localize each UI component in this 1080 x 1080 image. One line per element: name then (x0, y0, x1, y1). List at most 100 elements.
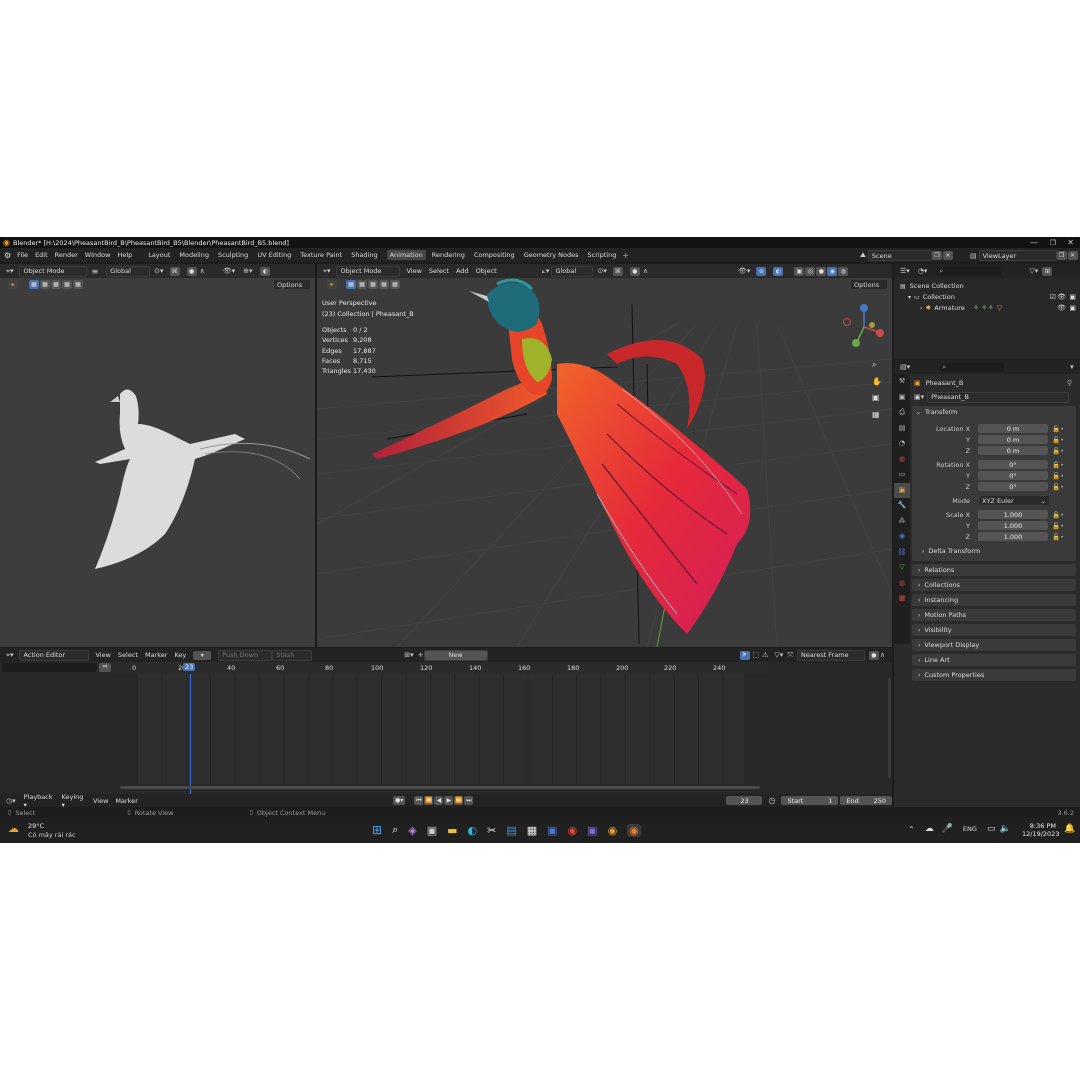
location-x-field[interactable]: 0 m (978, 424, 1048, 433)
main-select-mode-1-icon[interactable]: ▦ (346, 279, 356, 289)
horizontal-scrollbar[interactable] (120, 786, 760, 789)
overlay-icon[interactable]: ◐ (260, 266, 271, 276)
keyframe-area[interactable] (137, 674, 744, 784)
shading-wire-icon[interactable]: ◎ (805, 266, 816, 276)
search-taskbar-icon[interactable]: ⌕ (392, 823, 398, 837)
viewlayer-copy-icon[interactable]: ❐ (1056, 251, 1067, 260)
timeline-menu-marker[interactable]: Marker (115, 797, 137, 805)
main-options-dropdown[interactable]: Options (850, 279, 888, 290)
collection-row[interactable]: ▾ ▭ Collection ☑ 👁 ▣ (894, 292, 1080, 303)
clock[interactable]: 8:36 PM 12/19/2023 (1022, 822, 1059, 838)
camera-icon[interactable]: ▣ (872, 390, 882, 407)
panel-motion-paths[interactable]: › Motion Paths (912, 609, 1076, 621)
collection-checkbox-icon[interactable]: ☑ (1050, 292, 1056, 303)
action-editor-type-icon[interactable]: ⌖▾ (6, 651, 13, 660)
action-menu-key[interactable]: Key (174, 651, 186, 659)
object-tab-icon[interactable]: ▣ (894, 482, 910, 498)
main-gizmo-icon[interactable]: ⊕ (756, 266, 767, 276)
display-mode-icon[interactable]: ◔▾ (918, 267, 928, 275)
menu-window[interactable]: Window (85, 251, 111, 259)
main-orientation-dropdown[interactable]: Global (551, 265, 594, 277)
constraints-tab-icon[interactable]: ⛓ (894, 545, 910, 561)
main-viewport[interactable]: ⌖▾ Object Mode View Select Add Object ⟀▾… (317, 264, 892, 647)
transform-icon[interactable]: ⟀▾ (542, 267, 550, 276)
tab-uv-editing[interactable]: UV Editing (257, 251, 291, 259)
scene-collection-row[interactable]: ▤ Scene Collection (894, 281, 1080, 292)
collection-tab-icon[interactable]: ▭ (894, 467, 910, 483)
particles-tab-icon[interactable]: ⁂ (894, 514, 910, 530)
timeline-menu-view[interactable]: View (93, 797, 108, 805)
scale-y-field[interactable]: 1.000 (978, 521, 1048, 530)
scene-close-icon[interactable]: ✕ (942, 251, 953, 260)
tab-texture-paint[interactable]: Texture Paint (300, 251, 342, 259)
properties-editor[interactable]: ▤▾ ⌕ ▾ ⚒ ▣ ⎙ ▤ ◔ ◍ ▭ ▣ 🔧 ⁂ ◉ ⛓ ▽ ◍ ▩ ▣ P… (894, 360, 1080, 807)
grey-bird-model[interactable] (0, 284, 315, 647)
scale-lock-icons[interactable]: 🔓• 🔓• 🔓• (1052, 510, 1064, 543)
outliner-filter-icon[interactable]: ▽▾ (1029, 267, 1038, 275)
main-menu-view[interactable]: View (406, 267, 421, 275)
prev-key-icon[interactable]: ⏪ (424, 796, 434, 805)
play-reverse-icon[interactable]: ◀ (434, 796, 444, 805)
shading-material-icon[interactable]: ◉ (827, 266, 838, 276)
render-tab-icon[interactable]: ▣ (894, 390, 910, 406)
rotation-mode-dropdown[interactable]: XYZ Euler ⌄ (978, 495, 1050, 506)
left-orientation-dropdown[interactable]: Global (106, 265, 151, 277)
main-menu-add[interactable]: Add (456, 267, 469, 275)
shading-rendered-icon[interactable]: ◍ (838, 266, 849, 276)
tab-animation[interactable]: Animation (386, 250, 426, 260)
menu-render[interactable]: Render (55, 251, 78, 259)
viewlayer-selector[interactable]: ▤ ViewLayer ❐ ✕ (970, 250, 1079, 261)
scene-copy-icon[interactable]: ❐ (931, 251, 942, 260)
scale-z-field[interactable]: 1.000 (978, 532, 1048, 541)
armature-eye-icon[interactable]: 👁 (1057, 303, 1066, 314)
location-y-field[interactable]: 0 m (978, 435, 1048, 444)
armature-camera-icon[interactable]: ▣ (1069, 303, 1076, 314)
zoom-icon[interactable]: ⌕ (872, 357, 882, 374)
chrome-icon[interactable]: ◉ (568, 824, 578, 837)
main-pivot-icon[interactable]: ⊙▾ (597, 267, 606, 275)
main-menu-object[interactable]: Object (476, 267, 497, 275)
snap-icon[interactable]: ⌘ (169, 266, 180, 276)
main-falloff-icon[interactable]: ∧ (643, 267, 648, 275)
start-frame-field[interactable]: Start 1 (781, 796, 839, 805)
onedrive-icon[interactable]: ☁ (925, 824, 934, 834)
scene-field[interactable]: Scene (867, 250, 932, 261)
main-proportional-icon[interactable]: ● (629, 266, 640, 276)
key-type-icon[interactable]: ▾ (193, 650, 212, 660)
outliner-type-icon[interactable]: ☰▾ (900, 267, 910, 275)
location-z-field[interactable]: 0 m (978, 446, 1048, 455)
outliner-search-field[interactable]: ⌕ (937, 266, 1002, 276)
pin-icon[interactable]: ⚲ (1067, 379, 1072, 387)
collection-eye-icon[interactable]: 👁 (1057, 292, 1066, 303)
panel-collections[interactable]: › Collections (912, 579, 1076, 591)
main-overlay-icon[interactable]: ◐ (773, 266, 784, 276)
jump-start-icon[interactable]: ⏮ (414, 796, 424, 805)
action-falloff-icon[interactable]: ∧ (880, 651, 885, 659)
next-key-icon[interactable]: ⏩ (454, 796, 464, 805)
tab-scripting[interactable]: Scripting (588, 251, 617, 259)
main-select-mode-5-icon[interactable]: ▦ (390, 279, 400, 289)
collection-camera-icon[interactable]: ▣ (1069, 292, 1076, 303)
new-collection-icon[interactable]: ⊞ (1042, 266, 1053, 276)
pheasant-bird-model[interactable] (317, 264, 892, 647)
transform-header[interactable]: ⌄ Transform (912, 406, 1076, 418)
vertical-scrollbar[interactable] (888, 678, 891, 778)
world-tab-icon[interactable]: ◍ (894, 452, 910, 468)
grid-view-icon[interactable]: ▦ (872, 407, 882, 424)
location-lock-icons[interactable]: 🔓• 🔓• 🔓• (1052, 424, 1064, 457)
timeline-editor-icon[interactable]: ◷▾ (6, 797, 16, 805)
shading-solid-icon[interactable]: ● (816, 266, 827, 276)
add-workspace-icon[interactable]: + (622, 251, 629, 260)
panel-viewport-display[interactable]: › Viewport Display (912, 639, 1076, 651)
left-viewport[interactable]: ⌖▾ Object Mode ≡ Global ⊙▾ ⌘ ● ∧ 👁▾ ⊕▾ ◐… (0, 264, 315, 647)
main-mode-dropdown[interactable]: Object Mode (336, 265, 401, 277)
view-layer-tab-icon[interactable]: ▤ (894, 421, 910, 437)
snipping-icon[interactable]: ✂ (487, 824, 496, 837)
main-menu-select[interactable]: Select (429, 267, 449, 275)
proportional-edit-icon[interactable]: ● (868, 650, 879, 660)
rotation-y-field[interactable]: 0° (978, 471, 1048, 480)
panel-visibility[interactable]: › Visibility (912, 624, 1076, 636)
start-icon[interactable]: ⊞ (372, 823, 382, 837)
notification-icon[interactable]: 🔔 (1064, 824, 1075, 834)
output-tab-icon[interactable]: ⎙ (894, 405, 910, 421)
